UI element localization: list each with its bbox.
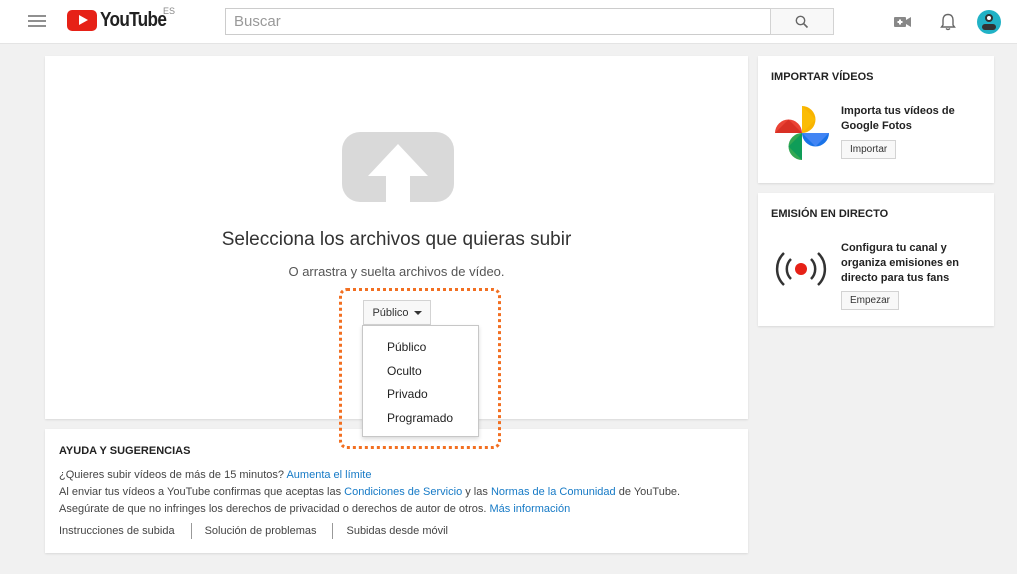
youtube-logo-icon xyxy=(67,10,97,31)
privacy-option-privado[interactable]: Privado xyxy=(363,383,478,407)
privacy-dropdown-button[interactable]: Público xyxy=(363,300,431,325)
help-title: AYUDA Y SUGERENCIAS xyxy=(59,445,191,457)
privacy-option-publico[interactable]: Público xyxy=(363,336,478,360)
help-line-copyright: Asegúrate de que no infringes los derech… xyxy=(59,503,570,515)
brand-name: YouTube xyxy=(100,9,167,31)
upload-title[interactable]: Selecciona los archivos que quieras subi… xyxy=(45,229,748,251)
live-broadcast-icon xyxy=(772,249,830,294)
live-stream-card: EMISIÓN EN DIRECTO Configura tu canal y … xyxy=(758,193,994,326)
import-videos-card: IMPORTAR VÍDEOS Importa tus vídeos de Go… xyxy=(758,56,994,183)
help-line-terms: Al enviar tus vídeos a YouTube confirmas… xyxy=(59,486,680,498)
search-icon xyxy=(795,15,809,29)
import-button[interactable]: Importar xyxy=(841,140,897,159)
start-live-button[interactable]: Empezar xyxy=(841,291,900,310)
help-text: ¿Quieres subir vídeos de más de 15 minut… xyxy=(59,469,285,481)
help-links: Instrucciones de subida Solución de prob… xyxy=(59,523,448,539)
live-title: EMISIÓN EN DIRECTO xyxy=(771,208,889,220)
help-line-limit: ¿Quieres subir vídeos de más de 15 minut… xyxy=(59,469,371,481)
import-text: Importa tus vídeos de Google Fotos xyxy=(841,105,955,132)
google-photos-icon xyxy=(771,102,833,169)
top-bar: YouTube ES xyxy=(0,0,1017,44)
live-text: Configura tu canal y organiza emisiones … xyxy=(841,242,959,284)
divider xyxy=(190,523,192,539)
help-panel: AYUDA Y SUGERENCIAS ¿Quieres subir vídeo… xyxy=(45,429,748,553)
upload-instructions-link[interactable]: Instrucciones de subida xyxy=(59,525,175,537)
help-text: Asegúrate de que no infringes los derech… xyxy=(59,503,487,515)
video-camera-icon[interactable] xyxy=(892,11,914,33)
divider xyxy=(332,523,334,539)
avatar[interactable] xyxy=(977,10,1001,34)
youtube-logo[interactable]: YouTube ES xyxy=(67,6,177,32)
import-title: IMPORTAR VÍDEOS xyxy=(771,71,874,83)
search-button[interactable] xyxy=(770,8,834,35)
community-guidelines-link[interactable]: Normas de la Comunidad xyxy=(491,486,616,498)
bell-icon[interactable] xyxy=(937,11,959,33)
help-text: de YouTube. xyxy=(618,486,681,498)
upload-arrow-icon[interactable] xyxy=(342,132,454,217)
help-text: y las xyxy=(465,486,488,498)
troubleshooting-link[interactable]: Solución de problemas xyxy=(205,525,317,537)
upload-subtitle: O arrastra y suelta archivos de vídeo. xyxy=(288,264,505,279)
more-info-link[interactable]: Más información xyxy=(490,503,571,515)
privacy-option-oculto[interactable]: Oculto xyxy=(363,360,478,384)
region-code: ES xyxy=(163,6,176,16)
privacy-selected-label: Público xyxy=(372,306,409,319)
mobile-uploads-link[interactable]: Subidas desde móvil xyxy=(346,525,448,537)
caret-down-icon xyxy=(413,310,422,315)
privacy-menu: Público Oculto Privado Programado xyxy=(362,325,479,437)
help-text: Al enviar tus vídeos a YouTube confirmas… xyxy=(59,486,342,498)
privacy-option-programado[interactable]: Programado xyxy=(363,407,478,431)
terms-of-service-link[interactable]: Condiciones de Servicio xyxy=(344,486,462,498)
search-input[interactable] xyxy=(225,8,771,35)
menu-icon[interactable] xyxy=(28,12,46,30)
increase-limit-link[interactable]: Aumenta el límite xyxy=(286,469,371,481)
